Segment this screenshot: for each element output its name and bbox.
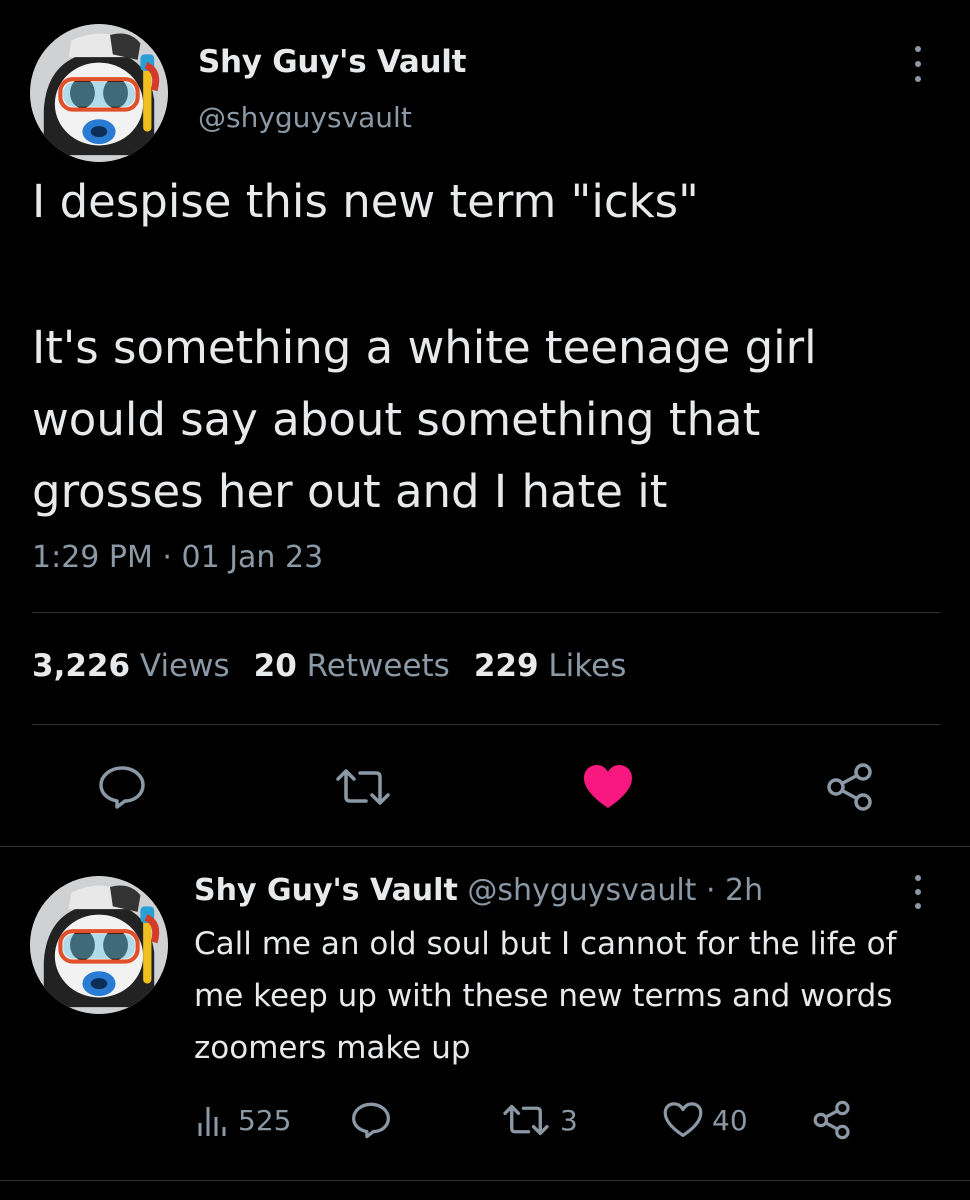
divider — [0, 1180, 970, 1181]
heart-icon — [663, 1102, 703, 1137]
reply-avatar[interactable] — [30, 876, 168, 1014]
handle[interactable]: @shyguysvault — [198, 101, 412, 134]
retweets-label: Retweets — [306, 648, 450, 684]
more-dot — [915, 61, 921, 67]
retweet-button[interactable]: 3 — [500, 1098, 578, 1142]
reply-icon — [351, 1102, 390, 1139]
reply-header: Shy Guy's Vault @shyguysvault · 2h — [194, 873, 763, 908]
reply-handle[interactable]: @shyguysvault — [467, 873, 696, 908]
avatar-image — [30, 24, 168, 162]
tweet-text-line-1: I despise this new term "icks" — [32, 175, 699, 228]
reply-text: Call me an old soul but I cannot for the… — [194, 926, 897, 1066]
timestamp[interactable]: 1:29 PM · 01 Jan 23 — [32, 540, 323, 575]
share-icon — [813, 1100, 850, 1140]
more-icon[interactable] — [900, 44, 936, 84]
likes-label: Likes — [548, 648, 627, 684]
reply-display-name[interactable]: Shy Guy's Vault — [194, 873, 458, 908]
divider — [0, 846, 970, 847]
reply-button[interactable] — [350, 1098, 392, 1142]
share-button[interactable] — [812, 1098, 852, 1142]
retweets-count: 3 — [560, 1103, 578, 1137]
views-count: 525 — [238, 1103, 292, 1137]
more-dot — [915, 903, 921, 909]
reply-button[interactable] — [92, 762, 152, 812]
tweet-text-line-2: It's something a white teenage girl woul… — [32, 321, 831, 518]
retweet-button[interactable] — [330, 762, 396, 812]
views-stat[interactable]: 3,226 Views — [32, 648, 230, 684]
views-label: Views — [139, 648, 230, 684]
more-dot — [915, 875, 921, 881]
divider — [32, 612, 940, 613]
views-button[interactable]: 525 — [196, 1098, 291, 1142]
divider — [32, 724, 940, 725]
views-icon — [198, 1107, 226, 1136]
reply-time[interactable]: 2h — [725, 873, 763, 908]
retweets-count: 20 — [253, 648, 297, 684]
avatar[interactable] — [30, 24, 168, 162]
heart-icon — [584, 765, 632, 808]
likes-count: 229 — [473, 648, 539, 684]
retweets-stat[interactable]: 20 Retweets — [254, 648, 450, 684]
like-button[interactable] — [578, 762, 638, 812]
more-dot — [915, 46, 921, 52]
main-tweet: Shy Guy's Vault @shyguysvault I despise … — [0, 0, 970, 845]
like-button[interactable]: 40 — [662, 1098, 748, 1142]
likes-count: 40 — [712, 1103, 748, 1137]
more-icon[interactable] — [900, 873, 936, 911]
avatar-image — [30, 876, 168, 1014]
engagement-stats: 3,226 Views 20 Retweets 229 Likes — [32, 648, 626, 684]
share-button[interactable] — [820, 762, 880, 812]
more-dot — [915, 889, 921, 895]
more-dot — [915, 76, 921, 82]
likes-stat[interactable]: 229 Likes — [474, 648, 627, 684]
reply-icon — [99, 766, 145, 809]
retweet-icon — [336, 769, 390, 805]
share-icon — [827, 763, 872, 811]
retweet-icon — [503, 1104, 549, 1136]
display-name[interactable]: Shy Guy's Vault — [198, 44, 466, 80]
views-count: 3,226 — [32, 648, 131, 684]
reply-separator: · — [696, 873, 726, 908]
